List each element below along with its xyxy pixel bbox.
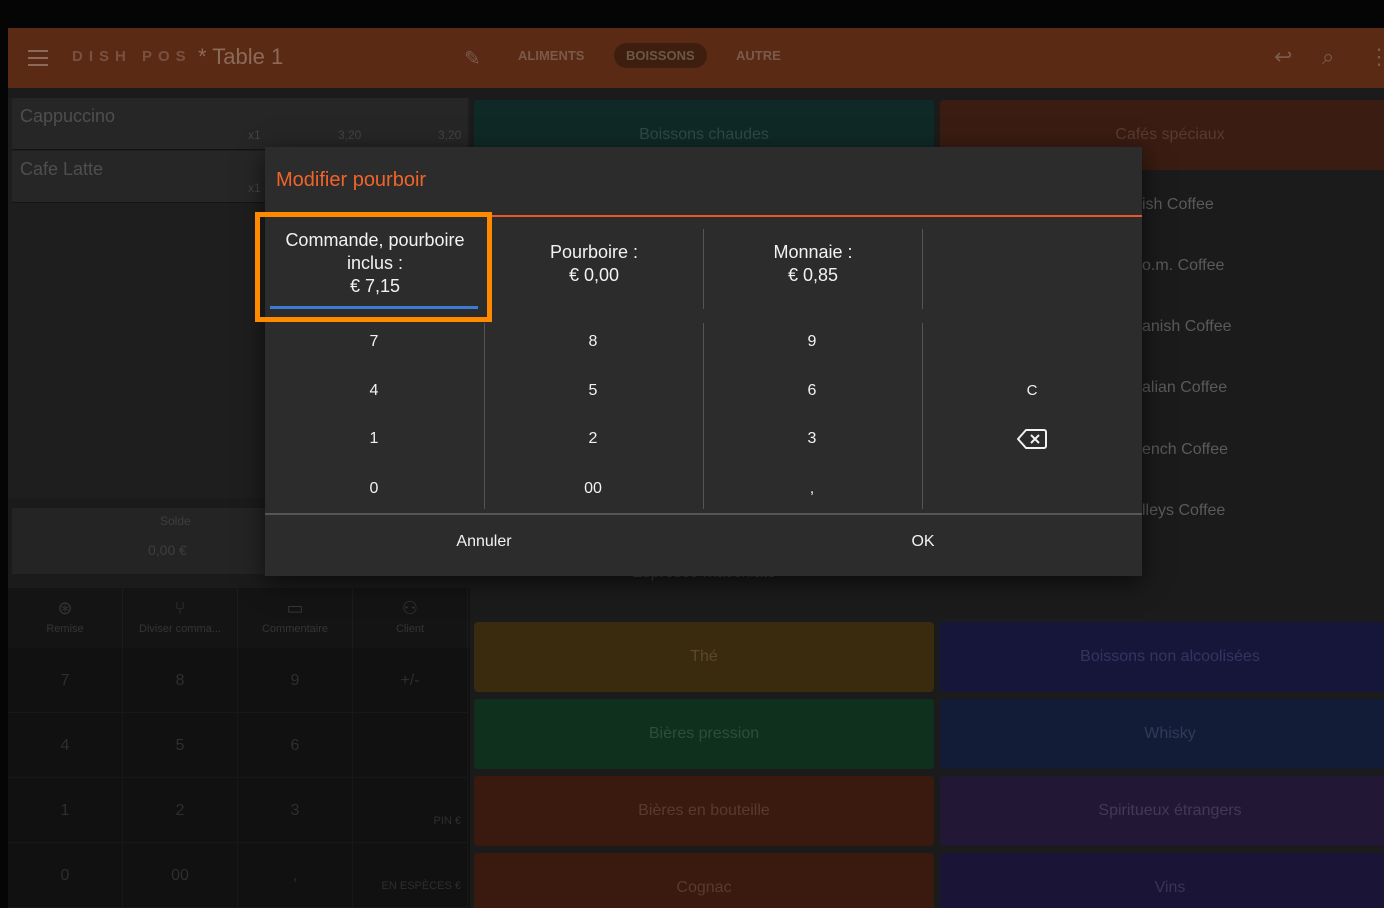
bg-key[interactable]: 5	[123, 713, 238, 778]
app-window: DISH POS * Table 1 ✎ ALIMENTS BOISSONS A…	[0, 0, 1384, 908]
category-tile[interactable]: Thé	[474, 622, 934, 692]
dialog-title: Modifier pourboir	[276, 169, 427, 191]
field-label: Pourboire :	[549, 242, 639, 262]
cash-payment-button[interactable]: EN ESPÈCES €	[353, 843, 468, 908]
category-tile[interactable]: Cognac	[474, 853, 934, 908]
discount-icon: ⊛	[57, 598, 73, 618]
bg-key[interactable]: ,	[238, 843, 353, 908]
bg-key[interactable]	[353, 713, 468, 778]
field-value: € 0,85	[787, 265, 839, 285]
change-field[interactable]: Monnaie : € 0,85	[704, 241, 922, 321]
key-1[interactable]: 1	[265, 416, 483, 462]
table-title[interactable]: * Table 1	[198, 44, 283, 70]
ok-button[interactable]: OK	[704, 533, 1142, 551]
category-tile[interactable]: Whisky	[940, 699, 1384, 769]
backspace-icon	[1017, 428, 1047, 449]
bg-key[interactable]: 3	[238, 778, 353, 843]
category-tile[interactable]: Spiritueux étrangers	[940, 776, 1384, 846]
key-comma[interactable]: ,	[703, 466, 921, 512]
client-button[interactable]: ⚇ Client	[353, 588, 468, 648]
tip-field[interactable]: Pourboire : € 0,00	[485, 241, 703, 321]
bg-key[interactable]: 2	[123, 778, 238, 843]
clear-key[interactable]: C	[923, 368, 1141, 414]
hamburger-menu-icon[interactable]	[28, 50, 48, 66]
app-logo: DISH POS	[72, 48, 192, 65]
divider	[922, 229, 923, 309]
product-item[interactable]: ench Coffee	[1142, 441, 1228, 459]
tab-aliments[interactable]: ALIMENTS	[518, 48, 584, 63]
bg-key[interactable]: 6	[238, 713, 353, 778]
order-line[interactable]: Cappuccino x1 3,20 3,20	[12, 98, 468, 150]
bg-key[interactable]: 1	[8, 778, 123, 843]
order-line-price: 3,20	[338, 128, 362, 142]
product-item[interactable]: alian Coffee	[1142, 379, 1227, 397]
product-item[interactable]: anish Coffee	[1142, 318, 1232, 336]
bg-key[interactable]: 8	[123, 648, 238, 713]
divider	[703, 229, 704, 309]
category-tile[interactable]: Boissons non alcoolisées	[940, 622, 1384, 692]
cancel-button[interactable]: Annuler	[265, 533, 703, 551]
split-order-button[interactable]: ⑂ Diviser comma...	[123, 588, 238, 648]
key-6[interactable]: 6	[703, 368, 921, 414]
key-8[interactable]: 8	[484, 319, 702, 365]
tab-autre[interactable]: AUTRE	[736, 48, 781, 63]
bg-key[interactable]: 7	[8, 648, 123, 713]
footer-divider	[265, 513, 1142, 515]
category-tile[interactable]: Bières en bouteille	[474, 776, 934, 846]
pin-payment-button[interactable]: PIN €	[353, 778, 468, 843]
product-item[interactable]: lleys Coffee	[1142, 502, 1225, 520]
discount-button[interactable]: ⊛ Remise	[8, 588, 123, 648]
key-5[interactable]: 5	[484, 368, 702, 414]
search-icon[interactable]: ⌕	[1322, 44, 1334, 70]
key-00[interactable]: 00	[484, 466, 702, 512]
person-icon: ⚇	[401, 598, 419, 618]
order-line-name: Cappuccino	[20, 106, 116, 126]
comment-icon: ▭	[286, 598, 304, 618]
bg-key[interactable]: 4	[8, 713, 123, 778]
backspace-key[interactable]	[923, 416, 1141, 462]
bg-key[interactable]: 0	[8, 843, 123, 908]
key-4[interactable]: 4	[265, 368, 483, 414]
tab-boissons[interactable]: BOISSONS	[614, 43, 707, 68]
top-bar: DISH POS * Table 1 ✎ ALIMENTS BOISSONS A…	[8, 28, 1384, 88]
key-2[interactable]: 2	[484, 416, 702, 462]
background-keypad: 7 8 9 +/- 4 5 6 1 2 3 PIN € 0 00 , EN ES…	[8, 648, 470, 908]
product-item[interactable]: o.m. Coffee	[1142, 257, 1224, 275]
order-line-name: Cafe Latte	[20, 159, 104, 179]
more-icon[interactable]: ⋮	[1368, 44, 1384, 70]
field-value: € 0,00	[568, 265, 620, 285]
bg-key[interactable]: 00	[123, 843, 238, 908]
category-tile[interactable]: Bières pression	[474, 699, 934, 769]
order-line-qty: x1	[248, 181, 261, 195]
comment-button[interactable]: ▭ Commentaire	[238, 588, 353, 648]
key-9[interactable]: 9	[703, 319, 921, 365]
key-7[interactable]: 7	[265, 319, 483, 365]
edit-icon[interactable]: ✎	[464, 46, 481, 71]
split-icon: ⑂	[174, 598, 186, 618]
category-tile[interactable]: Vins	[940, 853, 1384, 908]
key-3[interactable]: 3	[703, 416, 921, 462]
modify-tip-dialog: Modifier pourboir Commande, pourboire in…	[255, 147, 1142, 576]
bg-key[interactable]: 9	[238, 648, 353, 713]
product-item[interactable]: ish Coffee	[1142, 196, 1214, 214]
order-line-qty: x1	[248, 128, 261, 142]
balance-value: 0,00 €	[148, 542, 187, 558]
order-actions: ⊛ Remise ⑂ Diviser comma... ▭ Commentaire ⚇…	[8, 588, 470, 648]
balance-label: Solde	[160, 514, 191, 528]
undo-icon[interactable]: ↩	[1274, 44, 1292, 70]
order-line-total: 3,20	[438, 128, 462, 142]
field-label: Monnaie :	[773, 242, 853, 262]
key-0[interactable]: 0	[265, 466, 483, 512]
highlight-box	[255, 212, 492, 322]
bg-key[interactable]: +/-	[353, 648, 468, 713]
